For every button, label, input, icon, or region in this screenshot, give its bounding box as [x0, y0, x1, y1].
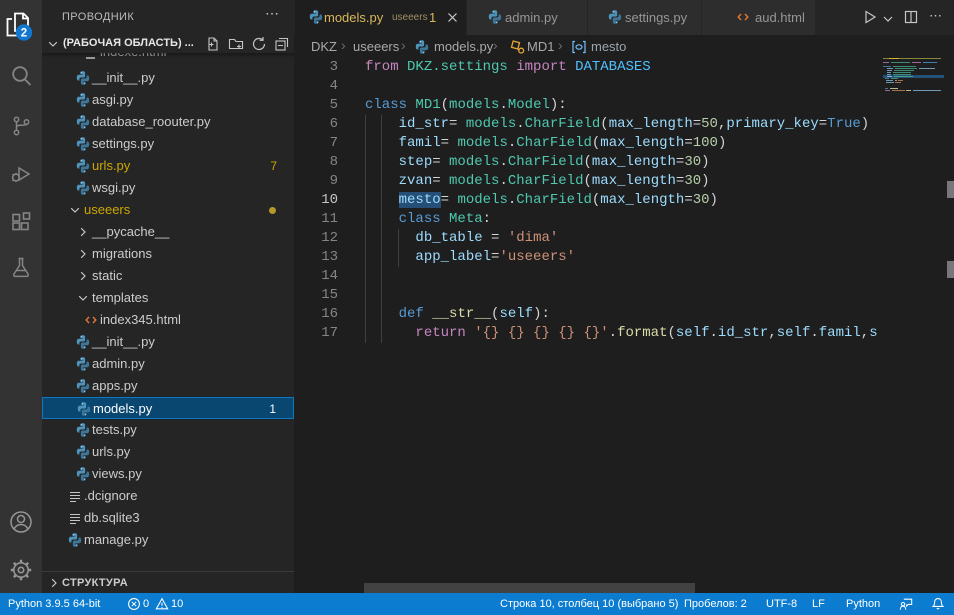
- svg-text:2: 2: [21, 28, 27, 40]
